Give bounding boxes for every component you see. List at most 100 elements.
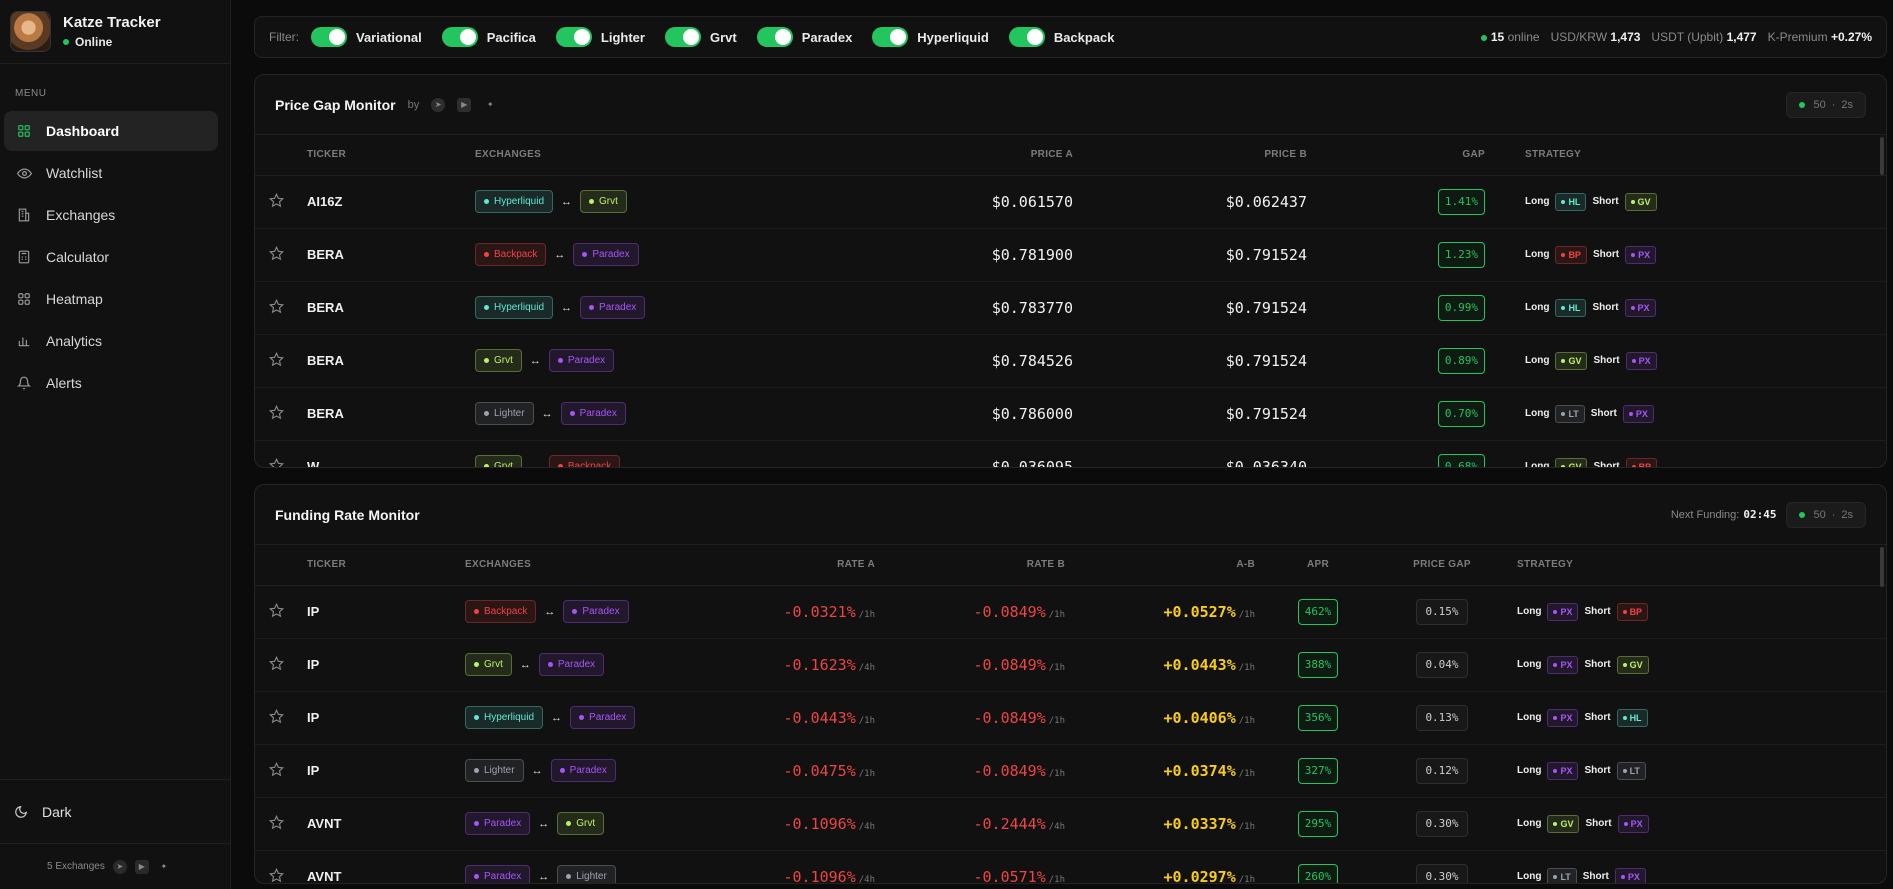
rate-a-cell: -0.1096%/4h (685, 797, 875, 851)
toggle-switch[interactable] (311, 27, 347, 47)
star-icon[interactable] (268, 761, 287, 780)
sidebar-item-calculator[interactable]: Calculator (4, 237, 218, 277)
sidebar-item-alerts[interactable]: Alerts (4, 363, 218, 403)
table-row[interactable]: IP Hyperliquid ↔ Paradex -0.0443%/1h -0.0849%… (255, 691, 1886, 745)
online-stat: 15 online (1480, 30, 1540, 44)
long-label: Long (1517, 606, 1542, 617)
exchanges-cell: Hyperliquid ↔ Grvt (475, 175, 815, 229)
price-gap-scrollbar[interactable] (1880, 137, 1884, 175)
col-header[interactable]: PRICE B (1073, 135, 1307, 176)
table-row[interactable]: AVNT Paradex ↔ Grvt -0.1096%/4h -0.2444%/4h +0… (255, 797, 1886, 851)
col-header[interactable]: APR (1255, 545, 1381, 586)
gap-cell: 0.68% (1307, 440, 1485, 467)
short-label: Short (1584, 712, 1611, 723)
table-row[interactable]: AVNT Paradex ↔ Lighter -0.1096%/4h -0.0571%/1… (255, 850, 1886, 884)
sparkle-icon[interactable]: ✦ (483, 98, 497, 112)
col-header[interactable]: STRATEGY (1485, 135, 1886, 176)
star-icon[interactable] (268, 867, 287, 884)
sparkle-icon[interactable]: ✦ (157, 860, 171, 874)
col-header[interactable]: EXCHANGES (465, 545, 685, 586)
exchange-dot-icon (1553, 768, 1558, 773)
toggle-label: Backpack (1053, 29, 1115, 45)
sidebar-item-watchlist[interactable]: Watchlist (4, 153, 218, 193)
toggle-switch[interactable] (1008, 27, 1045, 47)
col-header[interactable]: TICKER (307, 545, 465, 586)
star-icon[interactable] (268, 351, 287, 370)
filter-hyperliquid: Hyperliquid (872, 27, 989, 47)
col-header[interactable]: PRICE A (815, 135, 1073, 176)
funding-panel: Funding Rate Monitor Next Funding: 02:45 … (254, 484, 1887, 884)
star-icon[interactable] (268, 245, 287, 264)
strategy-exchange-code: PX (1560, 765, 1573, 776)
star-icon[interactable] (268, 708, 287, 727)
exchange-pair: Grvt ↔ Backpack (475, 455, 815, 467)
refresh-pill[interactable]: 50 · 2s (1786, 91, 1866, 118)
youtube-icon[interactable]: ▶ (457, 97, 472, 112)
star-cell (255, 691, 307, 745)
table-row[interactable]: BERA Backpack ↔ Paradex $0.781900 $0.791524 1.… (255, 228, 1886, 282)
sidebar-item-dashboard[interactable]: Dashboard (4, 111, 218, 151)
youtube-icon[interactable]: ▶ (134, 859, 149, 874)
star-cell (255, 744, 307, 798)
exchange-pair: Paradex ↔ Lighter (465, 865, 685, 883)
short-label: Short (1584, 659, 1611, 670)
col-header[interactable]: RATE B (875, 545, 1065, 586)
sidebar-item-exchanges[interactable]: Exchanges (4, 195, 218, 235)
table-row[interactable]: BERA Lighter ↔ Paradex $0.786000 $0.791524 0.7… (255, 387, 1886, 441)
table-row[interactable]: IP Backpack ↔ Paradex -0.0321%/1h -0.0849%/1h… (255, 585, 1886, 639)
star-icon[interactable] (268, 404, 287, 423)
exchange-dot-icon (484, 305, 489, 310)
ticker: BERA (307, 334, 475, 388)
col-header[interactable]: EXCHANGES (475, 135, 815, 176)
table-row[interactable]: IP Lighter ↔ Paradex -0.0475%/1h -0.0849%/1h +… (255, 744, 1886, 798)
star-icon[interactable] (268, 457, 287, 467)
exchange-dot-icon (582, 252, 588, 257)
table-row[interactable]: W Grvt ↔ Backpack $0.036095 $0.036340 0.68% Lon… (255, 440, 1886, 467)
col-header[interactable]: PRICE GAP (1381, 545, 1503, 586)
long-label: Long (1525, 249, 1550, 260)
exchange-tag: Paradex (465, 865, 531, 883)
sidebar-item-analytics[interactable]: Analytics (4, 321, 218, 361)
swap-arrow-icon: ↔ (529, 354, 541, 367)
short-label: Short (1592, 249, 1620, 260)
star-icon[interactable] (268, 602, 287, 621)
col-header[interactable]: RATE A (685, 545, 875, 586)
exchanges-cell: Grvt ↔ Paradex (465, 638, 685, 692)
col-header[interactable]: A-B (1065, 545, 1255, 586)
sidebar-item-heatmap[interactable]: Heatmap (4, 279, 218, 319)
exchange-tag: Backpack (475, 243, 547, 266)
telegram-icon[interactable]: ➤ (112, 859, 127, 874)
toggle-switch[interactable] (555, 27, 592, 47)
table-row[interactable]: BERA Hyperliquid ↔ Paradex $0.783770 $0.79152… (255, 281, 1886, 335)
col-header[interactable]: STRATEGY (1503, 545, 1886, 586)
funding-scrollbar[interactable] (1880, 547, 1884, 587)
col-header[interactable]: TICKER (307, 135, 475, 176)
table-row[interactable]: AI16Z Hyperliquid ↔ Grvt $0.061570 $0.062437 1… (255, 175, 1886, 229)
theme-label: Dark (42, 803, 72, 820)
strategy-exchange-tag: BP (1625, 457, 1658, 467)
toggle-switch[interactable] (664, 27, 701, 47)
sidebar-item-label: Alerts (46, 375, 82, 391)
toggle-switch[interactable] (441, 27, 478, 47)
toggle-switch[interactable] (872, 27, 909, 47)
star-icon[interactable] (268, 814, 287, 833)
star-icon[interactable] (268, 655, 287, 674)
star-icon[interactable] (268, 298, 287, 317)
star-icon[interactable] (268, 192, 287, 211)
price-gap-value: 0.13% (1416, 704, 1468, 731)
price-gap-cell: 0.15% (1381, 585, 1503, 639)
col-star (255, 545, 307, 586)
table-row[interactable]: IP Grvt ↔ Paradex -0.1623%/4h -0.0849%/1h +0.0… (255, 638, 1886, 692)
price-b: $0.791524 (1073, 228, 1307, 282)
pill-count: 50 (1813, 98, 1826, 111)
theme-toggle[interactable]: Dark (0, 779, 230, 843)
apr-cell: 462% (1255, 585, 1381, 639)
rate-interval: /1h (1048, 662, 1065, 673)
col-header[interactable]: GAP (1307, 135, 1485, 176)
strategy: Long HL Short GV (1525, 192, 1886, 211)
telegram-icon[interactable]: ➤ (431, 97, 446, 112)
refresh-pill[interactable]: 50 · 2s (1786, 501, 1866, 528)
table-row[interactable]: BERA Grvt ↔ Paradex $0.784526 $0.791524 0.89% L… (255, 334, 1886, 388)
rate-diff: +0.0297% (1163, 867, 1236, 884)
toggle-switch[interactable] (756, 27, 793, 47)
